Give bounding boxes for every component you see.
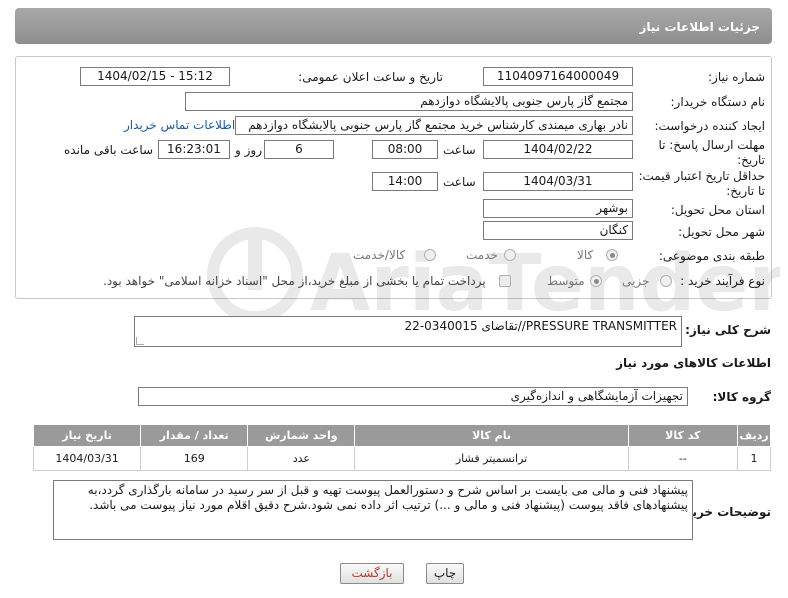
- back-button[interactable]: بازگشت: [340, 563, 404, 584]
- resize-handle-icon[interactable]: [136, 337, 144, 345]
- col-unit: واحد شمارش: [247, 424, 356, 447]
- price-validity-date: 1404/03/31: [483, 172, 633, 191]
- category-option-service: خدمت: [466, 248, 498, 262]
- buyer-org-field: مجتمع گاز پارس جنوبی پالایشگاه دوازدهم: [185, 92, 633, 111]
- table-row: 1 -- ترانسمیتر فشار عدد 169 1404/03/31: [32, 446, 772, 471]
- need-number-field: 1104097164000049: [483, 67, 633, 86]
- page-title: جزئیات اطلاعات نیاز: [639, 20, 760, 34]
- category-radio-goods[interactable]: [606, 249, 618, 261]
- col-need-date: تاریخ نیاز: [32, 424, 142, 447]
- reply-time-label: ساعت: [443, 143, 476, 157]
- buyer-notes-field: پیشنهاد فنی و مالی می بایست بر اساس شرح …: [53, 480, 693, 540]
- description-field: PRESSURE TRANSMITTER//تقاضای 0340015-22: [134, 316, 682, 347]
- cell-unit: عدد: [247, 446, 356, 471]
- goods-info-title: اطلاعات کالاهای مورد نیاز: [616, 356, 771, 370]
- reply-deadline-date: 1404/02/22: [483, 140, 633, 159]
- delivery-province-field: بوشهر: [483, 199, 633, 218]
- cell-quantity: 169: [140, 446, 249, 471]
- category-option-goods: کالا: [577, 248, 594, 262]
- goods-group-label: گروه کالا:: [712, 390, 771, 404]
- description-text: PRESSURE TRANSMITTER//تقاضای 0340015-22: [404, 319, 677, 333]
- remaining-time-field: 16:23:01: [158, 140, 230, 159]
- process-radio-medium[interactable]: [590, 275, 602, 287]
- announce-datetime-label: تاریخ و ساعت اعلان عمومی:: [298, 70, 443, 84]
- col-quantity: تعداد / مقدار: [140, 424, 249, 447]
- col-row: ردیف: [736, 424, 772, 447]
- delivery-city-label: شهر محل تحویل:: [678, 225, 765, 239]
- announce-datetime-field: 1404/02/15 - 15:12: [80, 67, 230, 86]
- reply-deadline-label-2: تاریخ:: [737, 153, 765, 167]
- purchase-process-label: نوع فرآیند خرید :: [680, 274, 765, 288]
- requester-label: ایجاد کننده درخواست:: [654, 119, 765, 133]
- cell-name: ترانسمیتر فشار: [354, 446, 629, 471]
- buyer-notes-text: پیشنهاد فنی و مالی می بایست بر اساس شرح …: [87, 483, 688, 512]
- print-button[interactable]: چاپ: [426, 563, 464, 584]
- requester-field: نادر بهاری میمندی کارشناس خرید مجتمع گاز…: [235, 116, 633, 135]
- reply-deadline-time: 08:00: [372, 140, 438, 159]
- goods-table-header: ردیف کد کالا نام کالا واحد شمارش تعداد /…: [32, 424, 772, 447]
- goods-table: ردیف کد کالا نام کالا واحد شمارش تعداد /…: [32, 424, 772, 471]
- treasury-payment-note: پرداخت تمام یا بخشی از مبلغ خرید،از محل …: [103, 274, 486, 288]
- reply-deadline-label-1: مهلت ارسال پاسخ: تا: [658, 138, 765, 152]
- price-validity-label-1: حداقل تاریخ اعتبار قیمت:: [638, 169, 765, 183]
- category-radio-both[interactable]: [424, 249, 436, 261]
- delivery-province-label: استان محل تحویل:: [670, 203, 765, 217]
- cell-need-date: 1404/03/31: [32, 446, 142, 471]
- process-option-minor: جزیی: [622, 274, 650, 288]
- page-header: جزئیات اطلاعات نیاز: [15, 8, 772, 44]
- need-number-label: شماره نیاز:: [708, 70, 765, 84]
- description-label: شرح کلی نیاز:: [685, 323, 771, 337]
- buyer-contact-link[interactable]: اطلاعات تماس خریدار: [124, 118, 235, 132]
- cell-row: 1: [736, 446, 772, 471]
- category-label: طبقه بندی موضوعی:: [658, 249, 765, 263]
- process-radio-minor[interactable]: [660, 275, 672, 287]
- category-option-both: کالا/خدمت: [353, 248, 406, 262]
- buyer-org-label: نام دستگاه خریدار:: [670, 95, 766, 109]
- delivery-city-field: کنگان: [483, 221, 633, 240]
- process-option-medium: متوسط: [547, 274, 585, 288]
- price-validity-time-label: ساعت: [443, 175, 476, 189]
- reply-days-field: 6: [264, 140, 334, 159]
- col-code: کد کالا: [627, 424, 738, 447]
- remaining-time-label: ساعت باقی مانده: [64, 143, 154, 157]
- treasury-payment-checkbox[interactable]: [499, 275, 511, 287]
- col-name: نام کالا: [354, 424, 629, 447]
- goods-group-field: تجهیزات آزمایشگاهی و اندازه‌گیری: [138, 387, 688, 406]
- reply-days-label: روز و: [235, 143, 262, 157]
- category-radio-service[interactable]: [504, 249, 516, 261]
- price-validity-label-2: تا تاریخ:: [726, 184, 765, 198]
- price-validity-time: 14:00: [372, 172, 438, 191]
- cell-code: --: [627, 446, 738, 471]
